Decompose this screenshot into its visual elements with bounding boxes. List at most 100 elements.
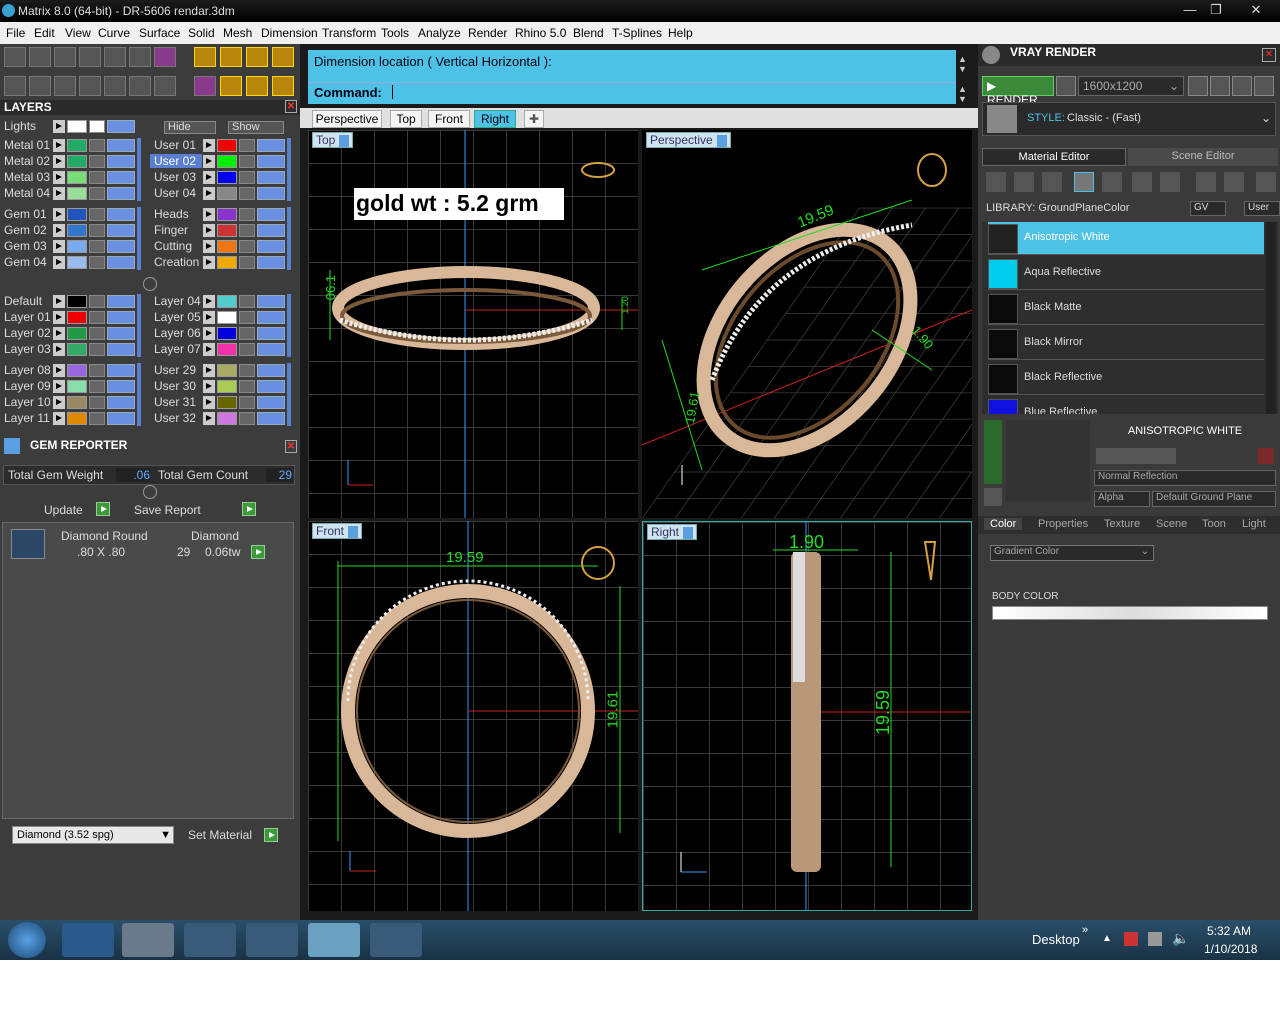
lock-icon[interactable] — [239, 364, 255, 377]
color-swatch[interactable] — [217, 208, 237, 221]
menu-analyze[interactable]: Analyze — [418, 26, 461, 40]
layer-row[interactable]: Gem 03 — [0, 239, 140, 254]
ground-plane-select[interactable]: Default Ground Plane — [1152, 491, 1276, 507]
clock-date[interactable]: 1/10/2018 — [1204, 942, 1257, 956]
viewport-label[interactable]: Perspective — [646, 132, 731, 148]
visibility-toggle[interactable] — [257, 187, 285, 200]
lock-icon[interactable] — [239, 380, 255, 393]
arrow-right-icon[interactable] — [53, 256, 65, 269]
color-swatch[interactable] — [67, 120, 87, 133]
color-swatch[interactable] — [217, 295, 237, 308]
visibility-toggle[interactable] — [107, 240, 135, 253]
material-item[interactable]: Black Reflective — [988, 362, 1264, 395]
filter-icon[interactable] — [104, 76, 126, 96]
chevron-icon[interactable]: » — [1082, 924, 1088, 936]
arrow-right-icon[interactable] — [203, 380, 215, 393]
visibility-toggle[interactable] — [257, 171, 285, 184]
lock-icon[interactable] — [89, 396, 105, 409]
material-select[interactable]: Diamond (3.52 spg) ▼ — [12, 826, 174, 844]
checker-icon[interactable] — [1160, 172, 1180, 192]
visibility-toggle[interactable] — [107, 295, 135, 308]
desktop-toolbar[interactable]: Desktop — [1032, 932, 1080, 947]
lock-icon[interactable] — [239, 256, 255, 269]
lock-icon[interactable] — [89, 327, 105, 340]
tab-light[interactable]: Light — [1242, 518, 1266, 530]
viewport-right[interactable]: Right 1.90 19.59 — [642, 521, 972, 911]
viewport-label[interactable]: Front — [312, 523, 363, 539]
menu-rhino[interactable]: Rhino 5.0 — [515, 26, 566, 40]
layer-row[interactable]: User 01 — [150, 138, 290, 153]
layer-row[interactable]: Layer 03 — [0, 342, 140, 357]
settings-icon[interactable] — [4, 47, 26, 67]
arrow-right-icon[interactable] — [203, 311, 215, 324]
grid-view-icon[interactable] — [4, 76, 26, 96]
arrow-right-icon[interactable] — [203, 155, 215, 168]
arrow-right-icon[interactable] — [203, 240, 215, 253]
tab-material-editor[interactable]: Material Editor — [982, 148, 1126, 166]
layer-row[interactable]: Layer 06 — [150, 326, 290, 341]
color-swatch[interactable] — [217, 256, 237, 269]
rewind-icon[interactable] — [1188, 76, 1208, 96]
ring-app-icon[interactable] — [370, 923, 422, 957]
color-swatch[interactable] — [67, 327, 87, 340]
color-swatch[interactable] — [67, 295, 87, 308]
visibility-toggle[interactable] — [257, 327, 285, 340]
snap-grid-icon[interactable] — [220, 47, 242, 67]
properties-icon[interactable] — [154, 76, 176, 96]
viewport-front[interactable]: Front 19.59 19.61 — [308, 521, 638, 911]
texture-icon[interactable] — [1102, 172, 1122, 192]
lock-icon[interactable] — [89, 155, 105, 168]
menu-render[interactable]: Render — [468, 26, 507, 40]
matrix-app-icon[interactable] — [308, 923, 360, 957]
arrow-right-icon[interactable] — [53, 120, 65, 133]
start-button[interactable] — [8, 922, 46, 958]
arrow-right-icon[interactable] — [53, 396, 65, 409]
layer-row[interactable]: Metal 04 — [0, 186, 140, 201]
resolution-select[interactable]: 1600x1200 ⌄ — [1078, 76, 1184, 96]
viewport-perspective[interactable]: Perspective 19.59 1.90 19.61 — [642, 130, 972, 518]
gem-tool-icon[interactable] — [154, 47, 176, 67]
lock-icon[interactable] — [239, 224, 255, 237]
layer-row[interactable]: User 30 — [150, 379, 290, 394]
tray-up-icon[interactable]: ▲ — [1102, 933, 1112, 944]
color-swatch[interactable] — [67, 155, 87, 168]
visibility-toggle[interactable] — [107, 187, 135, 200]
viewport-label[interactable]: Right — [647, 524, 698, 540]
menu-solid[interactable]: Solid — [188, 26, 215, 40]
layer-row[interactable]: User 31 — [150, 395, 290, 410]
material-actions[interactable] — [1096, 448, 1176, 464]
visibility-toggle[interactable] — [257, 380, 285, 393]
grid-icon[interactable] — [1254, 76, 1274, 96]
tab-scene-editor[interactable]: Scene Editor — [1128, 148, 1278, 166]
network-icon[interactable] — [1148, 932, 1162, 946]
visibility-toggle[interactable] — [257, 208, 285, 221]
menu-edit[interactable]: Edit — [34, 26, 55, 40]
firefox-icon[interactable] — [246, 923, 298, 957]
preview-toggle[interactable] — [984, 420, 1002, 484]
lock-icon[interactable] — [239, 343, 255, 356]
material-item[interactable]: Blue Reflective — [988, 397, 1264, 414]
arrow-right-icon[interactable] — [203, 343, 215, 356]
snap-quad-icon[interactable] — [272, 76, 294, 96]
color-swatch[interactable] — [67, 412, 87, 425]
arrow-right-icon[interactable] — [53, 380, 65, 393]
close-icon[interactable]: ✕ — [285, 100, 297, 113]
list-icon[interactable] — [1232, 76, 1252, 96]
layer-row[interactable]: Default — [0, 294, 140, 309]
tab-top[interactable]: Top — [390, 110, 422, 128]
color-mode-select[interactable]: Gradient Color ⌄ — [990, 545, 1154, 561]
lock-icon[interactable] — [89, 380, 105, 393]
menu-curve[interactable]: Curve — [98, 26, 130, 40]
layer-row[interactable]: User 04 — [150, 186, 290, 201]
layer-row[interactable]: Layer 05 — [150, 310, 290, 325]
arrow-right-icon[interactable] — [53, 224, 65, 237]
lock-icon[interactable] — [239, 295, 255, 308]
save-report-button[interactable]: Save Report — [134, 502, 258, 518]
menu-help[interactable]: Help — [668, 26, 693, 40]
tab-scene[interactable]: Scene — [1156, 518, 1187, 530]
arrow-right-icon[interactable] — [203, 327, 215, 340]
lock-icon[interactable] — [89, 311, 105, 324]
snap-perp-icon[interactable] — [220, 76, 242, 96]
visibility-toggle[interactable] — [257, 412, 285, 425]
lock-icon[interactable] — [239, 139, 255, 152]
